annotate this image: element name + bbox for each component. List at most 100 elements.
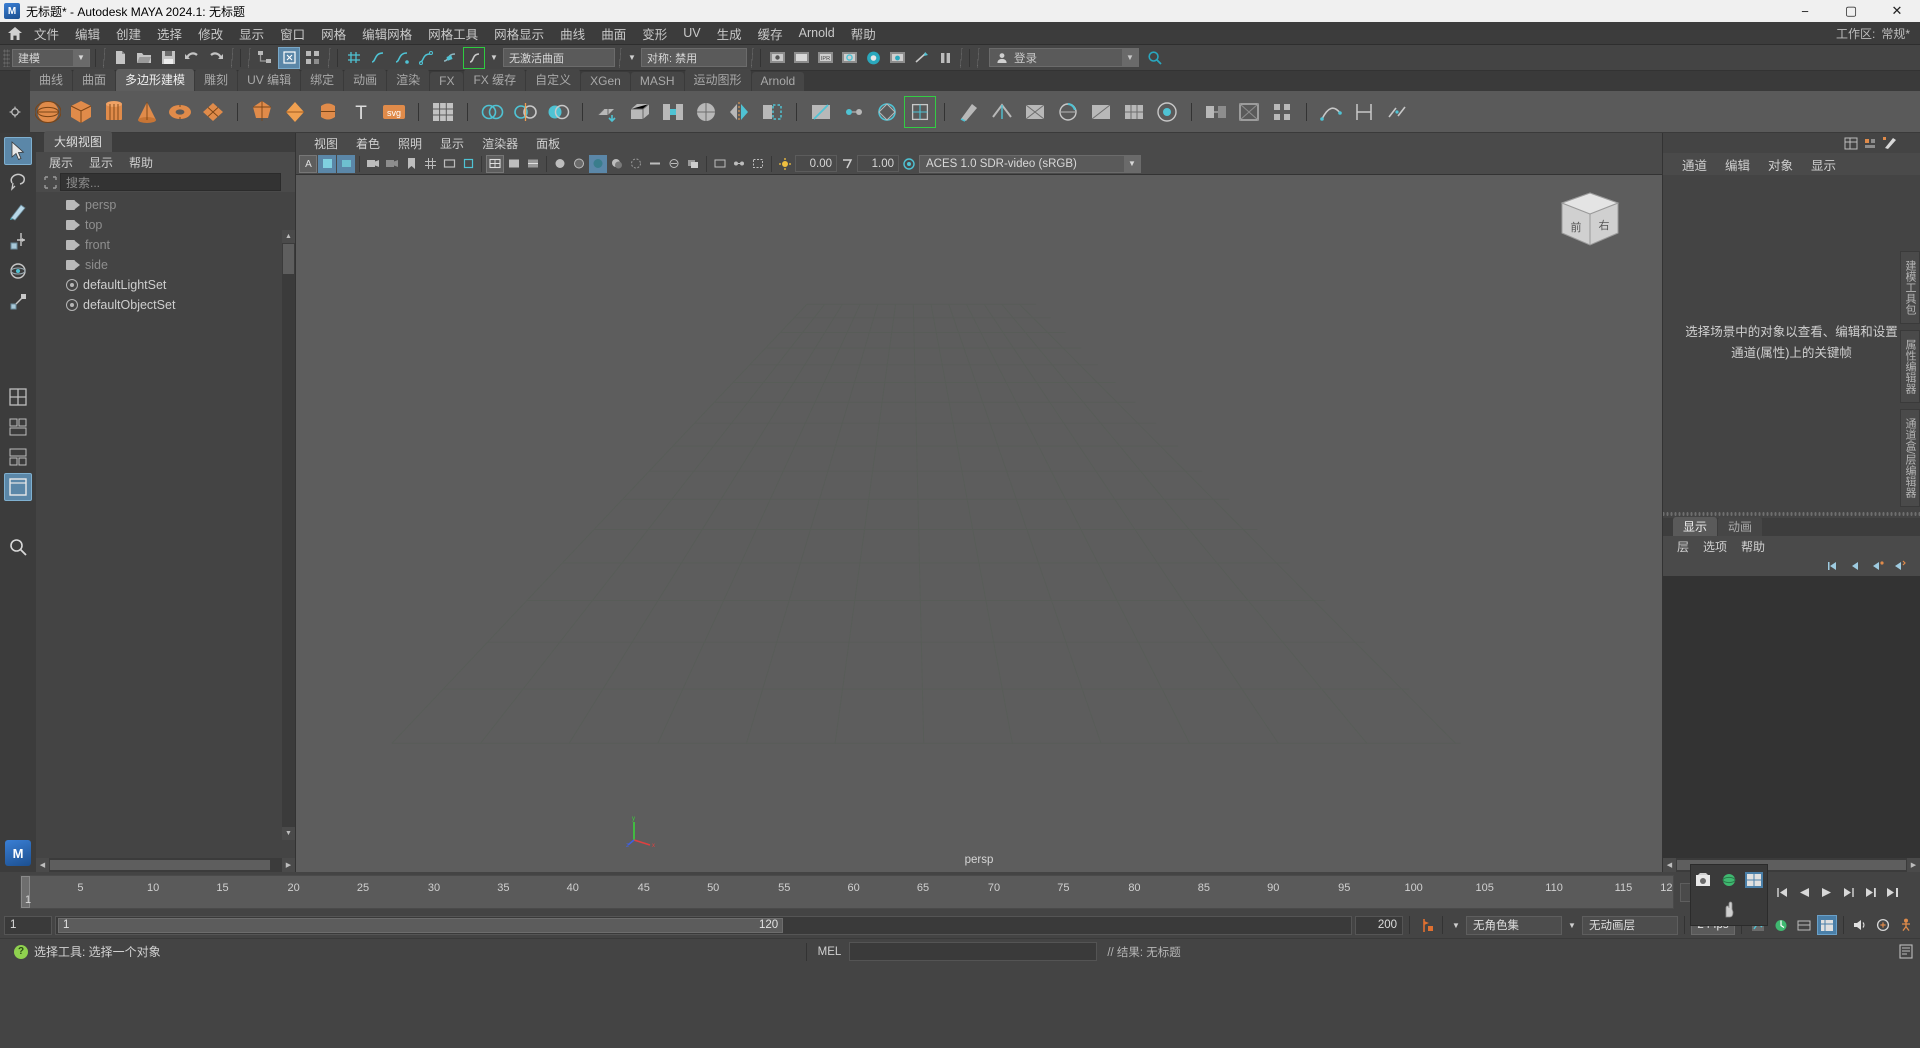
outliner-item-defaultobjectset[interactable]: defaultObjectSet — [36, 295, 295, 315]
paint-select-icon[interactable] — [4, 197, 32, 225]
search-icon[interactable] — [4, 533, 32, 561]
layer-first-icon[interactable] — [1826, 560, 1840, 572]
outliner-vscrollbar[interactable]: ▲ ▼ — [282, 230, 295, 840]
exposure-icon[interactable] — [776, 155, 794, 173]
collapse-handle-3[interactable] — [246, 47, 252, 68]
viewport-menu-1[interactable]: 着色 — [348, 134, 388, 153]
menu-item-2[interactable]: 创建 — [108, 22, 149, 45]
gamma-field[interactable]: 1.00 — [857, 155, 899, 172]
viewport-menu-4[interactable]: 渲染器 — [474, 134, 526, 153]
menu-item-17[interactable]: Arnold — [791, 24, 843, 42]
select-camera-icon[interactable]: A — [299, 154, 317, 173]
search-help-icon[interactable] — [1144, 47, 1166, 69]
channelbox-menu-3[interactable]: 显示 — [1804, 154, 1843, 175]
filter-icon[interactable] — [40, 173, 60, 191]
range-handle-area[interactable]: 1 120 — [58, 917, 784, 933]
outliner-tab[interactable]: 大纲视图 — [44, 131, 113, 152]
scale-tool-icon[interactable] — [4, 287, 32, 315]
mel-label[interactable]: MEL — [814, 946, 846, 958]
poly-cylinder-icon[interactable] — [99, 97, 129, 127]
collapse-handle-8[interactable] — [975, 47, 981, 68]
separate-icon[interactable] — [510, 97, 540, 127]
menu-item-10[interactable]: 网格显示 — [486, 22, 552, 45]
pause-icon[interactable] — [934, 47, 956, 69]
channelbox-menu-1[interactable]: 编辑 — [1718, 154, 1757, 175]
shelf-tab-10[interactable]: 自定义 — [526, 69, 581, 91]
channelbox-menu-2[interactable]: 对象 — [1761, 154, 1800, 175]
poly-torus-icon[interactable] — [165, 97, 195, 127]
menu-item-15[interactable]: 生成 — [709, 22, 750, 45]
colorspace-field[interactable]: ACES 1.0 SDR-video (sRGB) ▼ — [919, 154, 1141, 173]
poke-icon[interactable] — [1020, 97, 1050, 127]
select-hierarchy-icon[interactable] — [254, 47, 276, 69]
shelf-tab-9[interactable]: FX 缓存 — [464, 69, 526, 91]
menu-item-18[interactable]: 帮助 — [843, 22, 884, 45]
chevron-down-icon-3[interactable]: ▼ — [1122, 49, 1138, 66]
scroll-up-icon[interactable]: ▲ — [282, 230, 295, 243]
multisample-icon[interactable] — [665, 155, 683, 173]
quad-draw-icon[interactable] — [904, 95, 936, 128]
outliner-item-front[interactable]: front — [36, 235, 295, 255]
isolate-select-icon[interactable] — [749, 155, 767, 173]
render-settings-icon[interactable] — [838, 47, 860, 69]
outliner-menu-2[interactable]: 帮助 — [122, 153, 160, 172]
character-set-field[interactable]: 无角色集 — [1466, 915, 1562, 935]
floating-toolbar[interactable] — [1690, 864, 1768, 926]
character-icon[interactable] — [1817, 915, 1837, 935]
select-tool-icon[interactable] — [4, 137, 32, 165]
film-gate-icon[interactable] — [440, 155, 458, 173]
layer-tab-anim[interactable]: 动画 — [1718, 517, 1763, 536]
shelf-tab-6[interactable]: 动画 — [344, 69, 387, 91]
chevron-down-icon[interactable]: ▼ — [1124, 155, 1140, 172]
viewport-menu-3[interactable]: 显示 — [432, 134, 472, 153]
login-button[interactable]: 登录 ▼ — [989, 48, 1139, 67]
lighting-icon[interactable] — [570, 155, 588, 173]
scroll-right-icon[interactable]: ▶ — [1907, 858, 1920, 872]
step-forward-key-icon[interactable] — [1860, 882, 1880, 902]
home-icon[interactable] — [4, 24, 26, 42]
poly-superellipse-icon[interactable] — [313, 97, 343, 127]
poly-platonic-icon[interactable] — [280, 97, 310, 127]
four-pane-layout-icon[interactable] — [4, 383, 32, 411]
shelf-tab-13[interactable]: 运动图形 — [684, 69, 751, 91]
rail-tab-modeling-toolkit[interactable]: 建模工具包 — [1900, 251, 1920, 324]
go-to-end-icon[interactable] — [1882, 882, 1902, 902]
chevron-down-icon[interactable]: ▼ — [73, 49, 89, 66]
chevron-down-icon-animlayer[interactable]: ▼ — [1565, 916, 1579, 934]
snap-grid-icon[interactable] — [343, 47, 365, 69]
light-tool-icon[interactable] — [910, 47, 932, 69]
play-forwards-icon[interactable] — [1816, 882, 1836, 902]
collapse-handle-4[interactable] — [326, 47, 332, 68]
close-button[interactable]: ✕ — [1874, 0, 1920, 22]
snap-view-plane-icon[interactable] — [439, 47, 461, 69]
bookmark-icon[interactable] — [318, 154, 336, 173]
snap-curve-icon[interactable] — [367, 47, 389, 69]
circularize-icon[interactable] — [872, 97, 902, 127]
poly-type-icon[interactable]: T — [346, 97, 376, 127]
viewport-menu-0[interactable]: 视图 — [306, 134, 346, 153]
menu-item-14[interactable]: UV — [675, 24, 708, 42]
layer-menu-1[interactable]: 选项 — [1697, 537, 1733, 556]
undo-icon[interactable] — [181, 47, 203, 69]
chevron-down-icon-2[interactable]: ▼ — [625, 49, 639, 67]
render-region-icon[interactable] — [790, 47, 812, 69]
outliner-hscrollbar[interactable]: ◀ ▶ — [36, 858, 295, 872]
layer-prev-icon[interactable] — [1848, 560, 1862, 572]
step-back-frame-icon[interactable] — [1772, 882, 1792, 902]
shelf-tab-1[interactable]: 曲面 — [73, 69, 116, 91]
save-scene-icon[interactable] — [157, 47, 179, 69]
viewport-3d[interactable]: 前 右 y x z persp — [296, 175, 1662, 872]
new-scene-icon[interactable] — [109, 47, 131, 69]
resolution-gate-icon[interactable] — [459, 155, 477, 173]
move-tool-icon[interactable] — [4, 227, 32, 255]
shelf-tab-5[interactable]: 绑定 — [301, 69, 344, 91]
image-plane-icon[interactable] — [337, 154, 355, 173]
menu-item-7[interactable]: 网格 — [313, 22, 354, 45]
chevron-down-icon-charset[interactable]: ▼ — [1449, 916, 1463, 934]
viewcube[interactable]: 前 右 — [1554, 189, 1626, 255]
menu-item-4[interactable]: 修改 — [190, 22, 231, 45]
align-icon[interactable] — [1234, 97, 1264, 127]
snapshot-icon[interactable] — [1695, 872, 1713, 888]
motion-blur-icon[interactable] — [646, 155, 664, 173]
menu-item-8[interactable]: 编辑网格 — [354, 22, 420, 45]
